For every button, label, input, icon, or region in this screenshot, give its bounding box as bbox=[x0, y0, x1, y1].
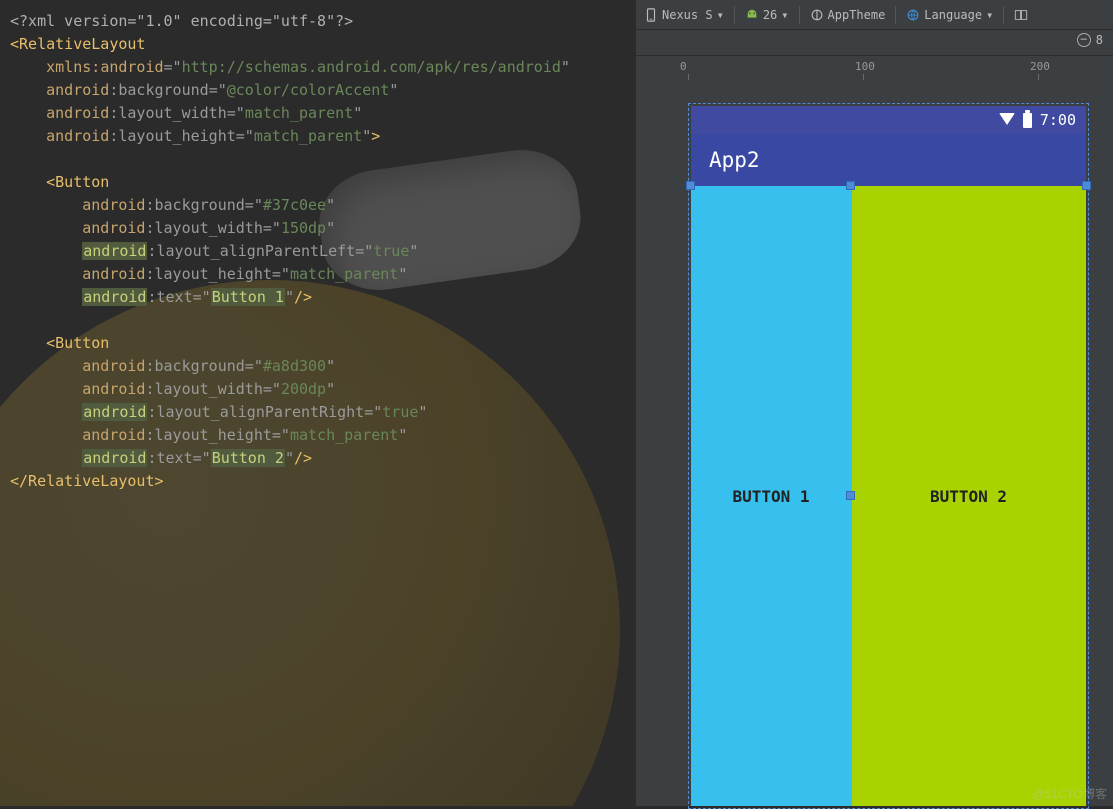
theme-label: AppTheme bbox=[828, 8, 886, 22]
ruler-horizontal: 0 100 200 bbox=[678, 56, 1113, 80]
app-bar: App2 bbox=[691, 134, 1086, 186]
device-frame[interactable]: 7:00 App2 BUTTON 1 BUTTON 2 bbox=[691, 106, 1086, 806]
device-label: Nexus S bbox=[662, 8, 713, 22]
viewport-mode[interactable] bbox=[1014, 8, 1028, 22]
xml-editor-pane[interactable]: <?xml version="1.0" encoding="utf-8"?> <… bbox=[0, 0, 636, 806]
minus-icon: − bbox=[1077, 33, 1091, 47]
device-selector[interactable]: Nexus S ▾ bbox=[644, 8, 724, 22]
layout-body: BUTTON 1 BUTTON 2 bbox=[691, 186, 1086, 806]
preview-button-2[interactable]: BUTTON 2 bbox=[851, 186, 1086, 806]
watermark: @51CTO博客 bbox=[1032, 785, 1107, 802]
zoom-bar: − 8 bbox=[636, 30, 1113, 56]
language-selector[interactable]: Language ▾ bbox=[906, 8, 993, 22]
xml-source[interactable]: <?xml version="1.0" encoding="utf-8"?> <… bbox=[0, 0, 636, 507]
design-canvas[interactable]: 0 100 200 7:00 App2 BUTTON 1 BUTTON 2 bbox=[636, 56, 1113, 806]
theme-icon bbox=[810, 8, 824, 22]
xml-declaration: <?xml version="1.0" encoding="utf-8"?> bbox=[10, 12, 353, 30]
chevron-down-icon: ▾ bbox=[781, 8, 788, 22]
chevron-down-icon: ▾ bbox=[986, 8, 993, 22]
resize-handle[interactable] bbox=[1082, 181, 1091, 190]
preview-button-1[interactable]: BUTTON 1 bbox=[691, 186, 851, 806]
status-bar: 7:00 bbox=[691, 106, 1086, 134]
app-title: App2 bbox=[709, 148, 760, 172]
zoom-out-button[interactable]: − 8 bbox=[1077, 33, 1103, 47]
android-icon bbox=[745, 8, 759, 22]
phone-icon bbox=[644, 8, 658, 22]
status-clock: 7:00 bbox=[1040, 111, 1076, 129]
resize-handle[interactable] bbox=[846, 491, 855, 500]
zoom-value: 8 bbox=[1096, 33, 1103, 47]
theme-selector[interactable]: AppTheme bbox=[810, 8, 886, 22]
wifi-icon bbox=[999, 113, 1015, 125]
chevron-down-icon: ▾ bbox=[717, 8, 724, 22]
api-selector[interactable]: 26 ▾ bbox=[745, 8, 789, 22]
globe-icon bbox=[906, 8, 920, 22]
language-label: Language bbox=[924, 8, 982, 22]
button1-label: BUTTON 1 bbox=[732, 487, 809, 506]
button2-label: BUTTON 2 bbox=[930, 487, 1007, 506]
resize-handle[interactable] bbox=[686, 181, 695, 190]
designer-toolbar: Nexus S ▾ 26 ▾ AppTheme Language ▾ bbox=[636, 0, 1113, 30]
layout-designer-pane: Nexus S ▾ 26 ▾ AppTheme Language ▾ − 8 bbox=[636, 0, 1113, 806]
battery-icon bbox=[1023, 113, 1032, 128]
layout-icon bbox=[1014, 8, 1028, 22]
resize-handle[interactable] bbox=[846, 181, 855, 190]
api-label: 26 bbox=[763, 8, 777, 22]
